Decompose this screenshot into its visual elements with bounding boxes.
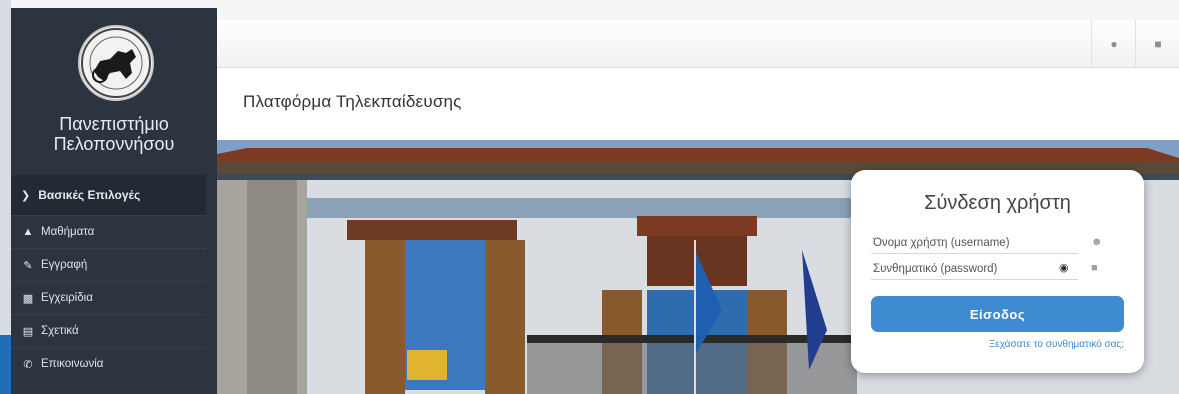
page-title-bar: Πλατφόρμα Τηλεκπαίδευσης bbox=[217, 68, 1179, 140]
sidebar-item-register[interactable]: ✎ Εγγραφή bbox=[11, 248, 206, 281]
eye-icon[interactable]: ◉ bbox=[1059, 261, 1069, 274]
nav-section-header[interactable]: ❯ Βασικές Επιλογές bbox=[11, 175, 206, 215]
graduation-cap-icon: ▲ bbox=[22, 226, 34, 238]
page-title: Πλατφόρμα Τηλεκπαίδευσης bbox=[243, 92, 462, 111]
sidebar-item-manuals[interactable]: ▩ Εγχειρίδια bbox=[11, 281, 206, 314]
university-logo[interactable] bbox=[78, 25, 154, 101]
sidebar-item-about[interactable]: ▤ Σχετικά bbox=[11, 314, 206, 347]
sidebar-item-label: Εγγραφή bbox=[41, 259, 88, 271]
left-edge-strip bbox=[0, 0, 11, 394]
card-icon: ▤ bbox=[22, 325, 34, 338]
login-title: Σύνδεση χρήστη bbox=[924, 192, 1071, 214]
sidebar-item-label: Εγχειρίδια bbox=[41, 292, 93, 304]
login-button[interactable]: ■ bbox=[1135, 20, 1179, 67]
sidebar-item-courses[interactable]: ▲ Μαθήματα bbox=[11, 215, 206, 248]
forgot-password-link[interactable]: Ξεχάσατε το συνθηματικό σας; bbox=[989, 339, 1124, 350]
file-icon: ▩ bbox=[22, 292, 34, 305]
phone-icon: ✆ bbox=[23, 358, 33, 371]
globe-icon: ● bbox=[1110, 36, 1118, 51]
login-submit-button[interactable]: Είσοδος bbox=[871, 296, 1124, 332]
login-card: Σύνδεση χρήστη ☻ ◉ ■ Είσοδος Ξεχάσατε το… bbox=[851, 170, 1144, 373]
edit-icon: ✎ bbox=[23, 259, 33, 272]
university-name-line1: Πανεπιστήμιο bbox=[59, 114, 169, 134]
chevron-down-icon: ❯ bbox=[21, 189, 31, 202]
nav-list: ▲ Μαθήματα ✎ Εγγραφή ▩ Εγχειρίδια ▤ Σχετ… bbox=[11, 215, 206, 380]
nav-section-header-label: Βασικές Επιλογές bbox=[38, 188, 141, 202]
sidebar-item-label: Σχετικά bbox=[41, 325, 79, 337]
lock-icon: ■ bbox=[1091, 262, 1098, 274]
lock-icon: ■ bbox=[1154, 36, 1162, 51]
top-bar: ● ■ bbox=[217, 20, 1179, 68]
university-name-line2: Πελοποννήσου bbox=[53, 134, 175, 154]
logo-area: Πανεπιστήμιο Πελοποννήσου bbox=[11, 8, 217, 183]
sidebar-item-label: Μαθήματα bbox=[41, 226, 95, 238]
language-button[interactable]: ● bbox=[1091, 20, 1136, 67]
university-name: Πανεπιστήμιο Πελοποννήσου bbox=[11, 114, 217, 154]
user-icon: ☻ bbox=[1091, 236, 1103, 248]
sidebar-item-contact[interactable]: ✆ Επικοινωνία bbox=[11, 347, 206, 380]
password-input[interactable] bbox=[871, 258, 1078, 280]
sidebar-item-label: Επικοινωνία bbox=[41, 358, 104, 370]
username-input[interactable] bbox=[871, 232, 1078, 254]
